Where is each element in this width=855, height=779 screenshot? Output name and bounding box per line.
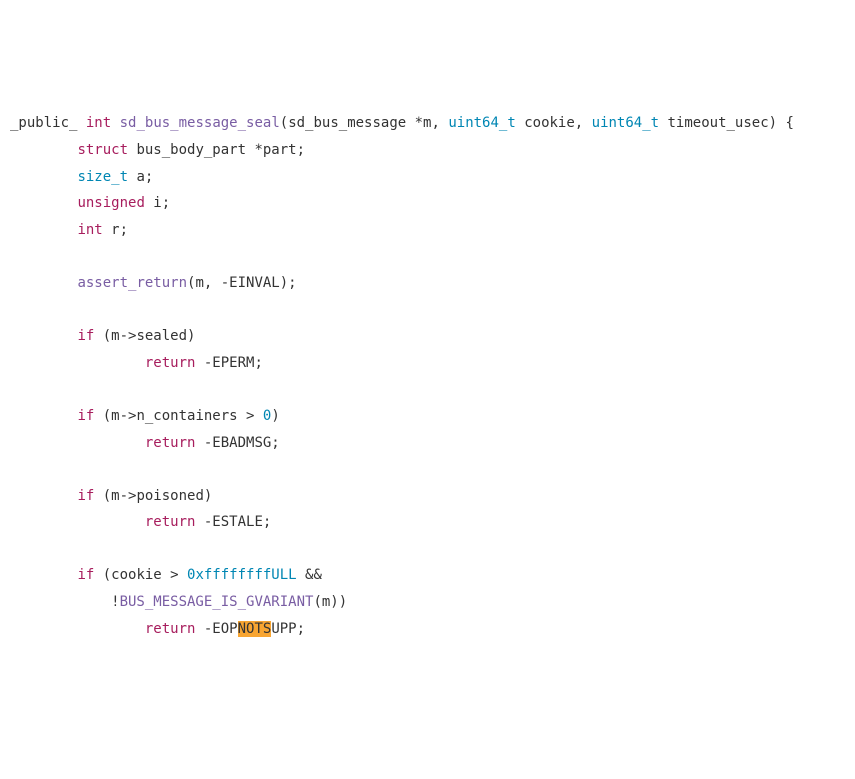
token-text: -EBADMSG; (195, 435, 279, 451)
indent (10, 621, 145, 637)
code-line-19: !BUS_MESSAGE_IS_GVARIANT(m)) (10, 589, 845, 616)
code-line-5: int r; (10, 217, 845, 244)
token-keyword: if (77, 488, 94, 504)
indent (10, 275, 77, 291)
token-function: sd_bus_message_seal (120, 115, 280, 131)
code-line-10: return -EPERM; (10, 350, 845, 377)
indent (10, 408, 77, 424)
code-line-13: return -EBADMSG; (10, 430, 845, 457)
search-highlight: NOTS (238, 621, 272, 637)
token-keyword: unsigned (77, 195, 144, 211)
token-keyword: if (77, 328, 94, 344)
indent (10, 435, 145, 451)
code-line-3: size_t a; (10, 164, 845, 191)
token-type: size_t (77, 169, 128, 185)
token-text: (m)) (313, 594, 347, 610)
token-text: && (297, 567, 322, 583)
token-text: (m->poisoned) (94, 488, 212, 504)
token-text: a; (128, 169, 153, 185)
token-keyword: if (77, 408, 94, 424)
token-function: BUS_MESSAGE_IS_GVARIANT (120, 594, 314, 610)
indent (10, 514, 145, 530)
code-line-18: if (cookie > 0xffffffffULL && (10, 562, 845, 589)
indent (10, 488, 77, 504)
token-text: (m, -EINVAL); (187, 275, 297, 291)
token-params: (sd_bus_message *m, (280, 115, 449, 131)
indent: ! (10, 594, 120, 610)
indent (10, 355, 145, 371)
token-text: (m->sealed) (94, 328, 195, 344)
code-line-6-blank (10, 243, 845, 270)
indent (10, 222, 77, 238)
token-keyword: return (145, 514, 196, 530)
code-line-8-blank (10, 297, 845, 324)
token-text: bus_body_part *part; (128, 142, 305, 158)
token-params: timeout_usec) { (659, 115, 794, 131)
indent (10, 195, 77, 211)
indent (10, 567, 77, 583)
token-text: (m->n_containers > (94, 408, 263, 424)
token-params: cookie, (516, 115, 592, 131)
token-keyword: if (77, 567, 94, 583)
indent (10, 328, 77, 344)
code-line-16: return -ESTALE; (10, 509, 845, 536)
token-keyword: return (145, 435, 196, 451)
code-line-11-blank (10, 376, 845, 403)
code-line-2: struct bus_body_part *part; (10, 137, 845, 164)
code-line-14-blank (10, 456, 845, 483)
token-text: r; (103, 222, 128, 238)
code-line-17-blank (10, 536, 845, 563)
token-text: i; (145, 195, 170, 211)
code-line-12: if (m->n_containers > 0) (10, 403, 845, 430)
token-keyword: int (77, 222, 102, 238)
token-text: (cookie > (94, 567, 187, 583)
token-function: assert_return (77, 275, 187, 291)
token-text: -EOP (195, 621, 237, 637)
code-line-7: assert_return(m, -EINVAL); (10, 270, 845, 297)
token-keyword: return (145, 621, 196, 637)
code-block: _public_ int sd_bus_message_seal(sd_bus_… (10, 110, 845, 642)
token-text: -ESTALE; (195, 514, 271, 530)
code-line-4: unsigned i; (10, 190, 845, 217)
code-line-1: _public_ int sd_bus_message_seal(sd_bus_… (10, 110, 845, 137)
indent (10, 169, 77, 185)
code-line-9: if (m->sealed) (10, 323, 845, 350)
token-keyword: struct (77, 142, 128, 158)
code-line-20: return -EOPNOTSUPP; (10, 616, 845, 643)
token-text: UPP; (271, 621, 305, 637)
indent (10, 142, 77, 158)
token-type: uint64_t (592, 115, 659, 131)
token-text: -EPERM; (195, 355, 262, 371)
token-keyword: int (86, 115, 111, 131)
token-modifier: _public_ (10, 115, 77, 131)
token-type: uint64_t (448, 115, 515, 131)
token-number: 0xffffffffULL (187, 567, 297, 583)
token-keyword: return (145, 355, 196, 371)
token-text: ) (271, 408, 279, 424)
code-line-15: if (m->poisoned) (10, 483, 845, 510)
